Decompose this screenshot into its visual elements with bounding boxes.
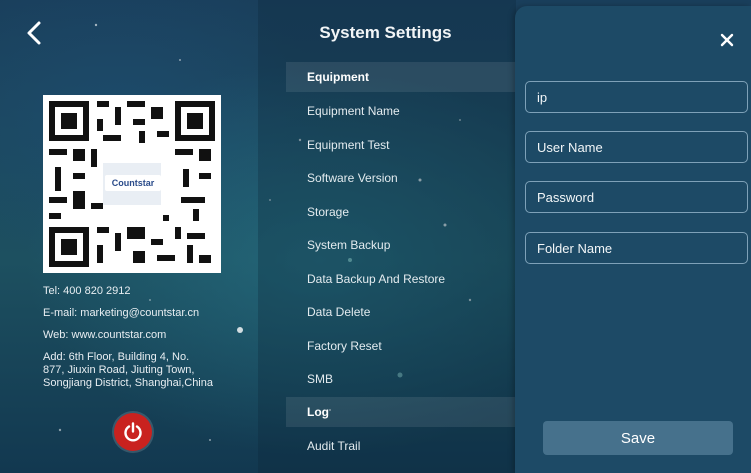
menu-item-software-version[interactable]: Software Version: [307, 171, 398, 185]
menu-section-equipment: Equipment: [286, 62, 516, 92]
close-button[interactable]: [717, 30, 737, 50]
countstar-logo: Countstar: [105, 175, 161, 191]
menu-item-smb[interactable]: SMB: [307, 372, 333, 386]
ip-input[interactable]: [525, 81, 748, 113]
power-icon: [124, 422, 142, 442]
menu-section-log: Log: [286, 397, 516, 427]
contact-address-line1: Add: 6th Floor, Building 4, No.: [43, 351, 190, 363]
password-input[interactable]: [525, 181, 748, 213]
contact-address-line2: 877, Jiuxin Road, Jiuting Town,: [43, 364, 195, 376]
power-button[interactable]: [114, 413, 152, 451]
contact-web: Web: www.countstar.com: [43, 329, 167, 341]
menu-item-equipment-name[interactable]: Equipment Name: [307, 104, 400, 118]
menu-item-factory-reset[interactable]: Factory Reset: [307, 339, 382, 353]
page-title: System Settings: [319, 23, 452, 42]
username-input[interactable]: [525, 131, 748, 163]
menu-item-data-backup-restore[interactable]: Data Backup And Restore: [307, 272, 445, 286]
save-button[interactable]: Save: [543, 421, 733, 455]
contact-address-line3: Songjiang District, Shanghai,China: [43, 377, 213, 389]
menu-item-audit-trail[interactable]: Audit Trail: [307, 439, 360, 453]
menu-item-system-backup[interactable]: System Backup: [307, 238, 390, 252]
menu-item-storage[interactable]: Storage: [307, 205, 349, 219]
chevron-left-icon: [27, 21, 41, 45]
menu-item-data-delete[interactable]: Data Delete: [307, 305, 370, 319]
contact-tel: Tel: 400 820 2912: [43, 285, 131, 297]
folder-name-input[interactable]: [525, 232, 748, 264]
back-button[interactable]: [22, 18, 48, 48]
qr-code: Countstar: [43, 95, 221, 273]
contact-email: E-mail: marketing@countstar.cn: [43, 307, 200, 319]
close-icon: [720, 33, 734, 47]
menu-item-equipment-test[interactable]: Equipment Test: [307, 138, 390, 152]
